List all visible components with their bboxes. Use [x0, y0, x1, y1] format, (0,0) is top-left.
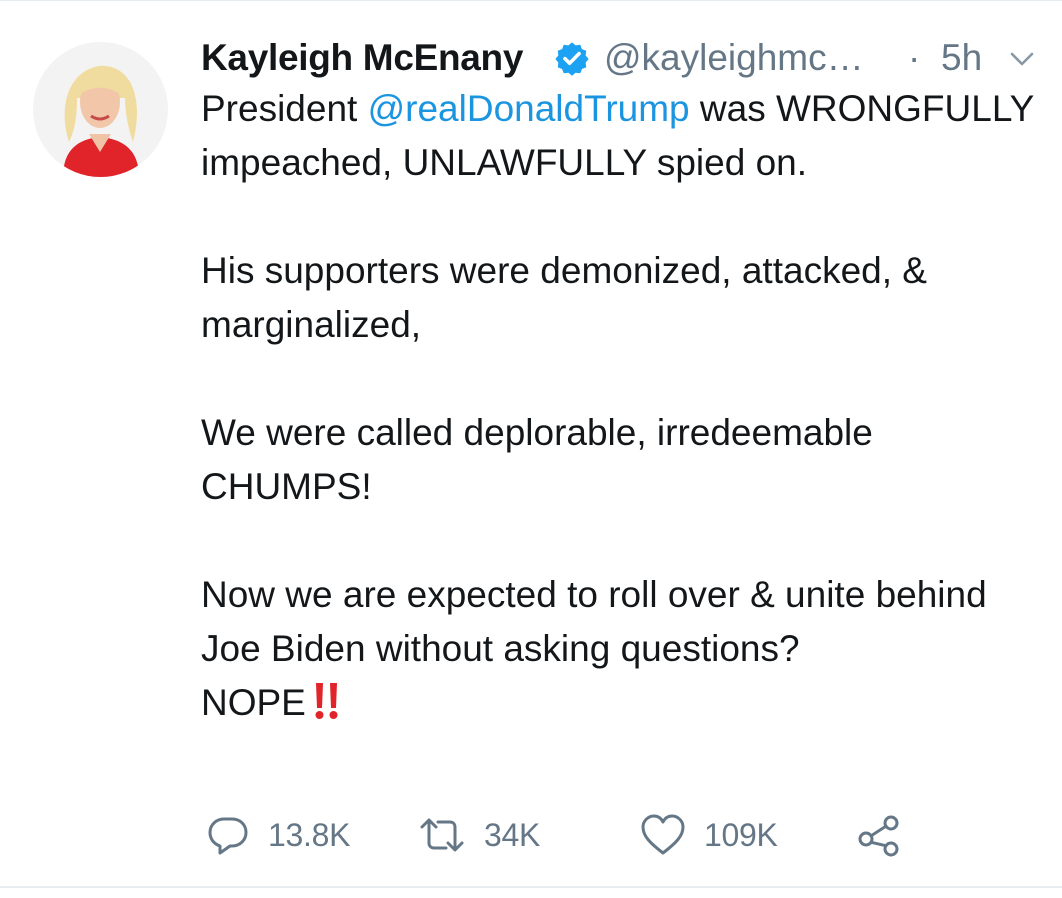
- chevron-down-icon[interactable]: [1007, 44, 1037, 74]
- avatar[interactable]: [33, 42, 168, 177]
- author-handle[interactable]: @kayleighmc…: [604, 30, 864, 86]
- tweet-paragraph-3: We were called deplorable, irredeemable …: [201, 412, 873, 507]
- reply-button[interactable]: 13.8K: [206, 810, 350, 860]
- tweet-text-segment: NOPE: [201, 682, 306, 723]
- tweet-timestamp[interactable]: 5h: [941, 30, 982, 86]
- tweet-actions: 13.8K 34K 109K: [200, 810, 920, 860]
- tweet-header: Kayleigh McEnany @kayleighmc… · 5h: [201, 30, 1041, 86]
- bottom-divider: [0, 886, 1062, 888]
- mention-link[interactable]: @realDonaldTrump: [368, 88, 690, 129]
- retweet-button[interactable]: 34K: [418, 810, 540, 860]
- share-button[interactable]: [857, 810, 901, 860]
- heart-icon: [641, 814, 685, 855]
- tweet-text: President @realDonaldTrump was WRONGFULL…: [201, 82, 1041, 730]
- avatar-photo: [33, 42, 168, 177]
- time-separator: ·: [908, 37, 921, 78]
- retweet-count: 34K: [484, 816, 541, 853]
- like-count: 109K: [704, 816, 778, 853]
- retweet-icon: [420, 818, 464, 852]
- tweet-paragraph-4: Now we are expected to roll over & unite…: [201, 574, 987, 669]
- reply-count: 13.8K: [268, 816, 351, 853]
- reply-icon: [208, 817, 248, 855]
- tweet-paragraph-5: NOPE: [201, 676, 1041, 730]
- verified-badge-icon: [555, 42, 589, 76]
- top-divider: [0, 0, 1062, 1]
- like-button[interactable]: 109K: [640, 810, 778, 860]
- tweet-text-segment: President: [201, 88, 368, 129]
- tweet-paragraph-1: President @realDonaldTrump was WRONGFULL…: [201, 82, 1041, 190]
- tweet-paragraph-2: His supporters were demonized, attacked,…: [201, 250, 927, 345]
- double-exclamation-icon: [315, 683, 338, 719]
- share-icon: [858, 815, 899, 857]
- display-name[interactable]: Kayleigh McEnany: [201, 30, 523, 86]
